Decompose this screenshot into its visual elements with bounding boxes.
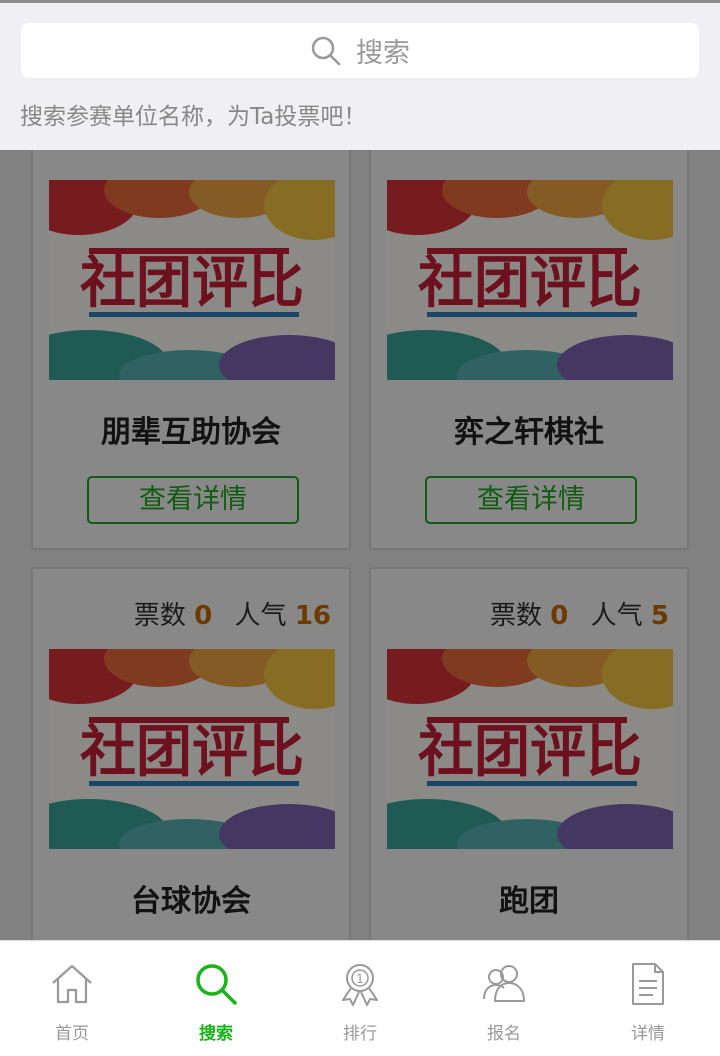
document-icon [632, 963, 664, 1005]
club-poster: 社团评比 [49, 180, 335, 380]
votes-label: 票数 [489, 601, 542, 631]
search-tip: 搜索参赛单位名称，为Ta投票吧！ [20, 104, 367, 130]
tab-label: 排行 [343, 1024, 377, 1044]
search-input[interactable]: 搜索 [21, 23, 699, 78]
club-card[interactable]: 社团评比 朋辈互助协会 查看详情 [31, 120, 351, 550]
tab-label: 报名 [487, 1024, 521, 1044]
medal-icon: 1 [342, 964, 378, 1006]
tab-details[interactable]: 详情 [576, 941, 720, 1056]
tab-label: 搜索 [199, 1024, 233, 1044]
poster-title: 社团评比 [418, 251, 642, 316]
users-icon [483, 965, 525, 1002]
tab-search[interactable]: 搜索 [144, 941, 288, 1056]
search-header: 搜索 搜索参赛单位名称，为Ta投票吧！ [0, 0, 720, 150]
view-details-button[interactable]: 查看详情 [425, 476, 637, 524]
view-details-button[interactable]: 查看详情 [87, 476, 299, 524]
poster-graphic: 社团评比 [387, 180, 673, 380]
votes-count: 0 [194, 601, 213, 631]
club-card[interactable]: 票数 0 人气 16 社团评比 台球协会 [31, 567, 351, 967]
tab-home[interactable]: 首页 [0, 941, 144, 1056]
poster-graphic: 社团评比 [387, 649, 673, 849]
tab-ranking[interactable]: 1 排行 [288, 941, 432, 1056]
content-area: 社团评比 朋辈互助协会 查看详情 社团评比 弈之轩棋社 查看详情 票数 0 人气… [0, 0, 720, 1056]
club-poster: 社团评比 [387, 180, 673, 380]
tab-label: 详情 [631, 1024, 665, 1044]
card-stats: 票数 0 人气 16 [134, 595, 331, 632]
club-name: 台球协会 [131, 884, 251, 919]
poster-title: 社团评比 [80, 720, 304, 785]
popularity-label: 人气 [590, 601, 643, 631]
poster-graphic: 社团评比 [49, 649, 335, 849]
home-icon [52, 964, 92, 1004]
club-card[interactable]: 票数 0 人气 5 社团评比 跑团 [369, 567, 689, 967]
club-poster: 社团评比 [49, 649, 335, 849]
popularity-label: 人气 [234, 601, 287, 631]
card-stats: 票数 0 人气 5 [490, 595, 669, 632]
tab-label: 首页 [55, 1024, 89, 1044]
popularity-count: 16 [294, 601, 331, 631]
poster-title: 社团评比 [80, 251, 304, 316]
tab-bar: 首页 搜索 1 排行 报名 详情 [0, 940, 720, 1056]
poster-graphic: 社团评比 [49, 180, 335, 380]
club-poster: 社团评比 [387, 649, 673, 849]
votes-label: 票数 [133, 601, 186, 631]
club-card[interactable]: 社团评比 弈之轩棋社 查看详情 [369, 120, 689, 550]
tab-signup[interactable]: 报名 [432, 941, 576, 1056]
search-placeholder: 搜索 [356, 38, 410, 69]
votes-count: 0 [550, 601, 569, 631]
search-icon [196, 964, 237, 1005]
club-name: 弈之轩棋社 [454, 415, 604, 450]
club-name: 朋辈互助协会 [101, 415, 281, 450]
svg-text:1: 1 [356, 972, 364, 986]
club-name: 跑团 [499, 884, 559, 919]
poster-title: 社团评比 [418, 720, 642, 785]
search-icon [311, 36, 341, 65]
popularity-count: 5 [650, 601, 669, 631]
